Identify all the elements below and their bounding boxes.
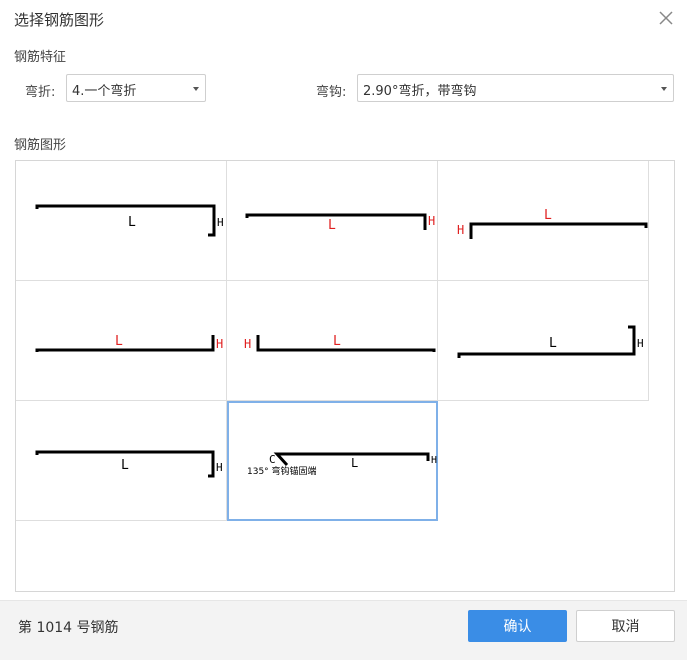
rebar-shape-drawing: L H xyxy=(457,208,648,239)
chevron-down-icon xyxy=(193,87,199,91)
hook-select-value: 2.90°弯折，带弯钩 xyxy=(363,84,477,99)
rebar-number-status: 第 1014 号钢筋 xyxy=(18,620,119,636)
shape-option[interactable]: L H xyxy=(16,281,227,401)
shape-l-label: L xyxy=(121,458,129,473)
bend-label: 弯折: xyxy=(25,85,56,100)
shape-l-label: L xyxy=(544,208,552,223)
rebar-shape-drawing: L H xyxy=(244,334,436,352)
shape-l-label: L xyxy=(328,218,336,233)
shape-h-label: H xyxy=(244,337,251,351)
shape-option-selected[interactable]: L H C 135° 弯钩锚固端 xyxy=(227,401,438,521)
rebar-shape-drawing: L H xyxy=(35,334,223,352)
hook-select[interactable]: 2.90°弯折，带弯钩 xyxy=(357,74,674,102)
shape-l-label: L xyxy=(128,215,136,230)
rebar-shape-drawing: L H xyxy=(35,450,223,478)
dialog-title: 选择钢筋图形 xyxy=(14,11,105,29)
rebar-shape-drawing: L H xyxy=(35,204,224,237)
rebar-shape-drawing: L H C 135° 弯钩锚固端 xyxy=(247,452,437,477)
rebar-shape-drawing: L H xyxy=(457,325,644,358)
shape-l-label: L xyxy=(115,334,123,349)
shape-l-label: L xyxy=(351,456,358,470)
shape-option[interactable]: L H xyxy=(438,161,649,281)
bend-select-value: 4.一个弯折 xyxy=(72,84,137,99)
shape-h-label: H xyxy=(637,337,644,350)
shape-option[interactable]: L H xyxy=(16,401,227,521)
shape-note: 135° 弯钩锚固端 xyxy=(247,465,317,477)
features-section-label: 钢筋特征 xyxy=(14,50,67,65)
cancel-button[interactable]: 取消 xyxy=(576,610,675,642)
confirm-button[interactable]: 确认 xyxy=(468,610,567,642)
chevron-down-icon xyxy=(661,87,667,91)
select-rebar-shape-dialog: 选择钢筋图形 钢筋特征 弯折: 4.一个弯折 弯钩: 2.90°弯折，带弯钩 钢… xyxy=(0,0,687,660)
bend-select[interactable]: 4.一个弯折 xyxy=(66,74,206,102)
hook-label: 弯钩: xyxy=(316,85,347,100)
shape-h-label: H xyxy=(431,455,437,466)
shape-c-label: C xyxy=(269,453,276,466)
shape-h-label: H xyxy=(428,214,435,228)
shape-h-label: H xyxy=(457,223,464,237)
shapes-section-label: 钢筋图形 xyxy=(14,138,67,153)
shape-option[interactable]: L H xyxy=(227,161,438,281)
shape-option[interactable]: L H xyxy=(438,281,649,401)
shape-h-label: H xyxy=(217,216,224,229)
shape-gallery: L H L H L H L H L H L H L H L H C 135° 弯… xyxy=(15,160,675,592)
rebar-shape-drawing: L H xyxy=(245,213,435,233)
shape-l-label: L xyxy=(333,334,341,349)
shape-option[interactable]: L H xyxy=(227,281,438,401)
close-icon[interactable] xyxy=(657,9,675,27)
shape-h-label: H xyxy=(216,461,223,474)
shape-h-label: H xyxy=(216,337,223,351)
shape-l-label: L xyxy=(549,336,557,351)
shape-option[interactable]: L H xyxy=(16,161,227,281)
